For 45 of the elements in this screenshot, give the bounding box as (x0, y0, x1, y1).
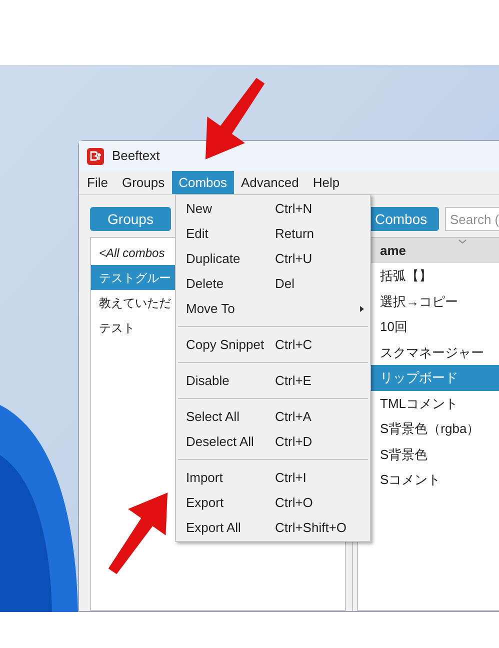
menu-bar-item[interactable]: Combos (172, 171, 234, 194)
menu-item-shortcut: Ctrl+C (275, 336, 312, 354)
submenu-arrow-icon (360, 306, 364, 312)
window-title: Beeftext (112, 147, 160, 166)
menu-item[interactable]: Deselect All Ctrl+D (176, 429, 370, 454)
menu-item-shortcut: Ctrl+O (275, 494, 313, 512)
menu-item-shortcut: Ctrl+A (275, 408, 312, 426)
menu-item-shortcut: Ctrl+E (275, 372, 312, 390)
menu-item[interactable]: Move To (176, 296, 370, 321)
menu-item[interactable]: Disable Ctrl+E (176, 368, 370, 393)
menu-item[interactable]: Copy Snippet Ctrl+C (176, 332, 370, 357)
menu-item-shortcut: Del (275, 274, 295, 293)
menu-item-shortcut: Ctrl+Shift+O (275, 518, 347, 537)
menu-item[interactable]: Delete Del (176, 271, 370, 296)
menu-item[interactable]: Export All Ctrl+Shift+O (176, 515, 370, 540)
groups-button[interactable]: Groups (90, 207, 171, 231)
menu-item-label: Deselect All (186, 432, 255, 451)
menu-item-shortcut: Ctrl+U (275, 250, 312, 268)
menu-item-label: Edit (186, 224, 210, 243)
menu-bar-item[interactable]: Groups (114, 171, 172, 194)
menu-item-label: Select All (186, 408, 240, 426)
menu-item[interactable]: Select All Ctrl+A (176, 404, 370, 429)
menu-item-shortcut: Return (275, 224, 314, 243)
menu-item-shortcut: Ctrl+I (275, 468, 306, 487)
menu-item-label: Copy Snippet (186, 336, 266, 354)
sort-chevron-icon (458, 239, 467, 244)
menu-item-label: Disable (186, 372, 230, 390)
menu-item-shortcut: Ctrl+N (275, 200, 312, 218)
search-field[interactable]: Search ( (445, 207, 499, 231)
menu-item-shortcut: Ctrl+D (275, 432, 312, 451)
menu-bar-item[interactable]: Help (306, 171, 347, 194)
menu-bar-item[interactable]: Advanced (234, 171, 306, 194)
menu-item-label: Delete (186, 274, 225, 293)
menu-item-label: New (186, 200, 214, 218)
menu-item[interactable]: New Ctrl+N (176, 196, 370, 221)
menu-item-label: Export (186, 494, 225, 512)
menu-item-label: Duplicate (186, 250, 242, 268)
menu-item[interactable]: Duplicate Ctrl+U (176, 246, 370, 271)
menu-item-label: Export All (186, 518, 242, 537)
menu-item-label: Import (186, 468, 224, 487)
app-logo-icon (87, 148, 104, 164)
menu-item[interactable]: Edit Return (176, 221, 370, 246)
menu-bar-item[interactable]: File (80, 171, 115, 194)
menu-item[interactable]: Export Ctrl+O (176, 490, 370, 515)
menu-item[interactable]: Import Ctrl+I (176, 465, 370, 490)
